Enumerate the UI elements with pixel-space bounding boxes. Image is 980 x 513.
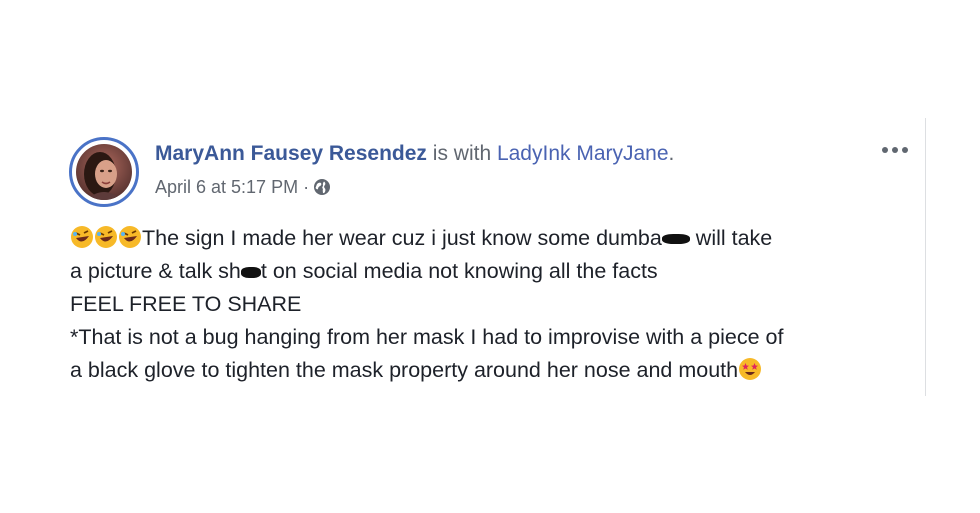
redaction-mark (240, 266, 261, 278)
post-text-2-start: a picture & talk sh (70, 259, 241, 283)
rolling-on-floor-laughing-icon (94, 225, 118, 249)
post-line-2: a picture & talk sh t on social media not… (70, 255, 930, 288)
post-text-2-end: t on social media not knowing all the fa… (260, 259, 658, 283)
star-struck-icon (738, 357, 762, 381)
rolling-on-floor-laughing-icon (118, 225, 142, 249)
tagged-suffix: . (668, 142, 675, 165)
facebook-post: MaryAnn Fausey Resendez is with LadyInk … (0, 0, 980, 513)
post-text-5: a black glove to tighten the mask proper… (70, 358, 739, 382)
author-name-link[interactable]: MaryAnn Fausey Resendez (155, 142, 427, 165)
timestamp-link[interactable]: April 6 at 5:17 PM (155, 176, 298, 198)
post-line-5: a black glove to tighten the mask proper… (70, 354, 930, 387)
post-text-1: The sign I made her wear cuz i just know… (142, 226, 662, 250)
globe-icon[interactable] (313, 178, 331, 196)
post-meta: April 6 at 5:17 PM · (155, 176, 331, 198)
tagged-user-link[interactable]: LadyInk MaryJane (497, 142, 669, 165)
meta-separator: · (303, 177, 310, 197)
post-text-1-end: will take (689, 226, 773, 250)
post-line-1: The sign I made her wear cuz i just know… (70, 222, 930, 255)
author-avatar[interactable] (69, 137, 139, 207)
redaction-mark (661, 234, 690, 245)
rolling-on-floor-laughing-icon (70, 225, 94, 249)
post-body: The sign I made her wear cuz i just know… (70, 222, 930, 387)
post-header: MaryAnn Fausey Resendez is with LadyInk … (155, 141, 674, 167)
avatar-photo (76, 144, 132, 200)
post-line-3: FEEL FREE TO SHARE (70, 292, 302, 316)
post-line-4: *That is not a bug hanging from her mask… (70, 325, 784, 349)
with-text: is with (426, 142, 497, 165)
more-options-icon[interactable] (880, 140, 914, 160)
